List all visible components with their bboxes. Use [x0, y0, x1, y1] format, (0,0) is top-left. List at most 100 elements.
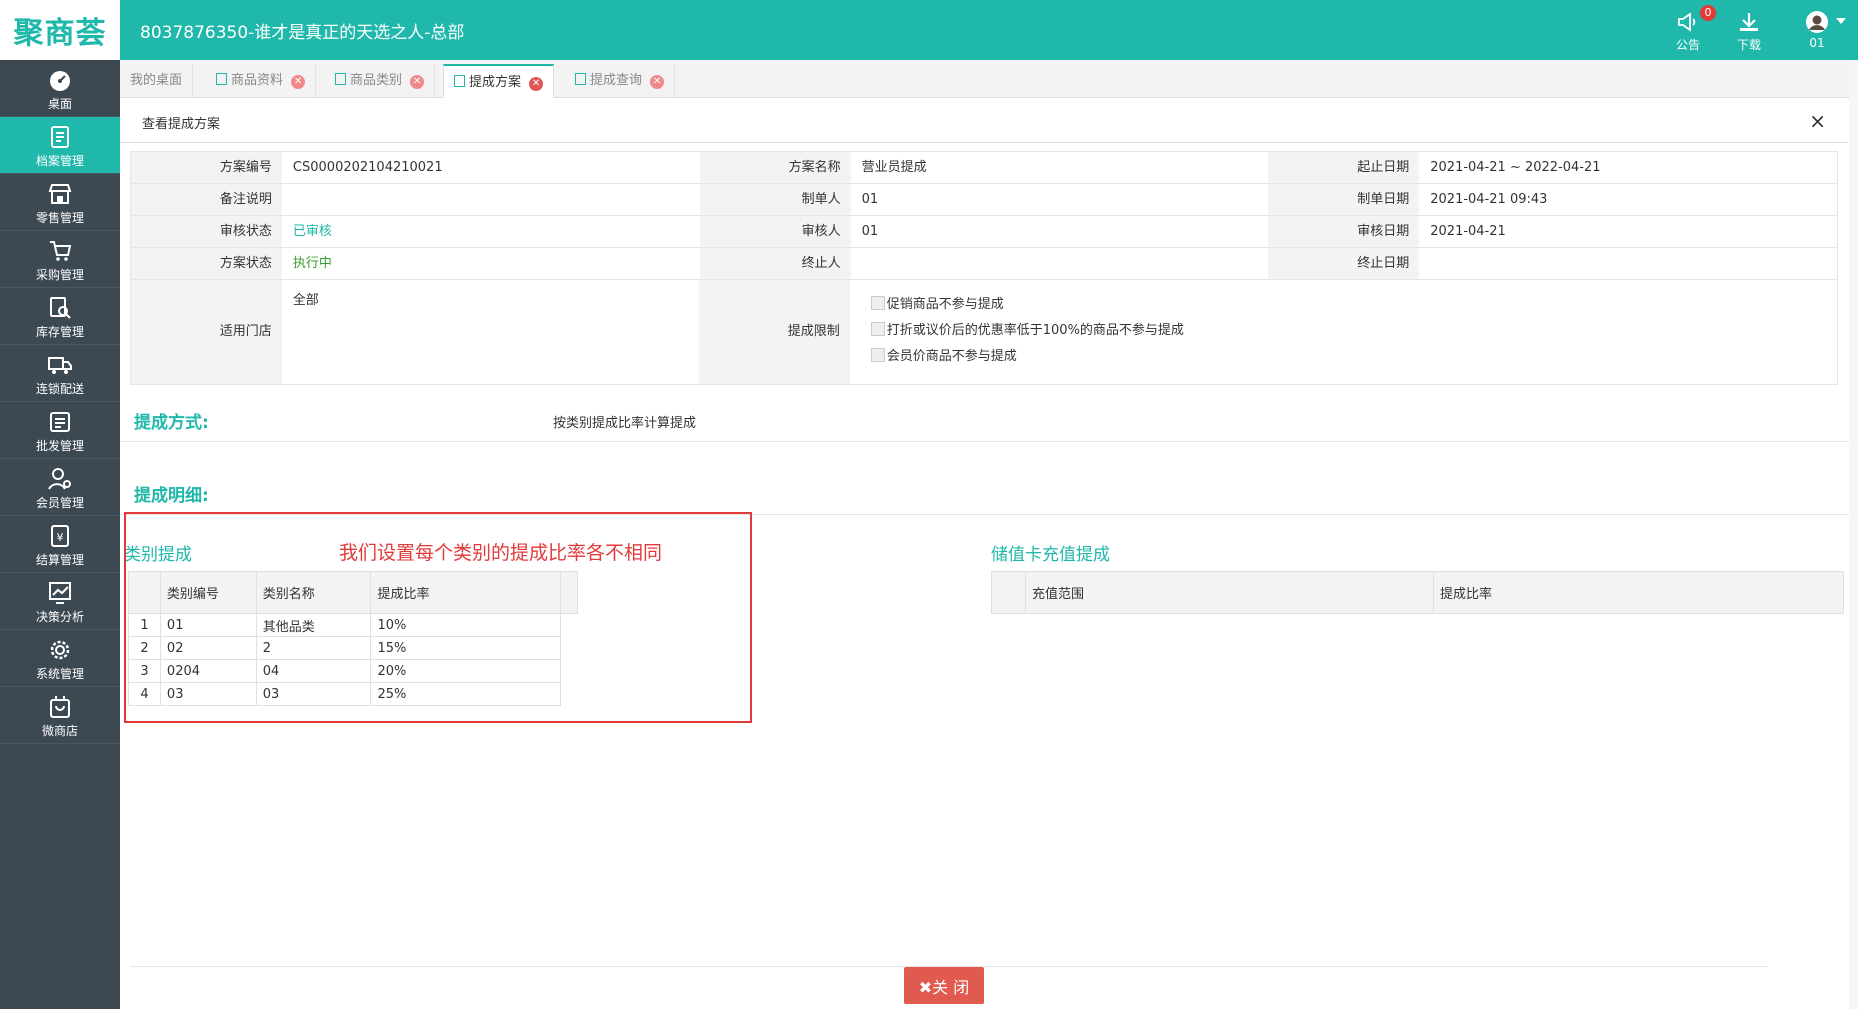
sidebar-item-micro-shop[interactable]: 微商店: [0, 687, 120, 744]
close-tab-icon[interactable]: ✕: [410, 75, 425, 89]
method-value: 按类别提成比率计算提成: [553, 416, 697, 431]
column-header[interactable]: 提成比率: [1433, 571, 1844, 614]
plan-name-label: 方案名称: [699, 152, 851, 183]
limit-label: 提成限制: [699, 280, 850, 384]
date-range-label: 起止日期: [1268, 152, 1420, 183]
stores-value: 全部: [292, 293, 319, 308]
close-tab-icon[interactable]: ✕: [291, 75, 306, 89]
sidebar-item-member[interactable]: 会员管理: [0, 459, 120, 516]
notice-label: 公告: [1675, 38, 1700, 52]
cart-icon: [50, 241, 72, 261]
close-tab-icon[interactable]: ✕: [650, 75, 665, 89]
sidebar: 桌面 档案管理 零售管理 采购管理 库存管理 连锁配送 批发管理 会员管理 ¥ …: [0, 60, 120, 1009]
maker-value: 01: [861, 192, 879, 207]
tab-commission-plan[interactable]: 提成方案 ✕: [443, 64, 555, 98]
tab-label: 提成查询: [590, 73, 643, 88]
plan-status-value: 执行中: [292, 256, 332, 271]
sidebar-item-archive[interactable]: 档案管理: [0, 117, 120, 174]
limit-option-label: 打折或议价后的优惠率低于100%的商品不参与提成: [886, 323, 1184, 338]
settlement-icon: ¥: [51, 525, 69, 547]
chevron-down-icon[interactable]: [1836, 18, 1846, 24]
download-button[interactable]: 下载: [1724, 10, 1774, 53]
tab-goods-info[interactable]: 商品资料 ✕: [206, 64, 317, 98]
document-icon: [335, 73, 346, 85]
sidebar-item-retail[interactable]: 零售管理: [0, 174, 120, 231]
limit-checkbox-promo[interactable]: 促销商品不参与提成: [870, 292, 1837, 318]
auditor-label: 审核人: [699, 216, 851, 247]
checkbox-icon[interactable]: [870, 322, 885, 336]
scrollbar[interactable]: [1849, 60, 1858, 1009]
app-title: 8037876350-谁才是真正的天选之人-总部: [140, 23, 465, 43]
end-date-label: 终止日期: [1268, 248, 1420, 279]
sidebar-item-settlement[interactable]: ¥ 结算管理: [0, 516, 120, 573]
sidebar-item-label: 连锁配送: [35, 382, 84, 396]
logo-text: 聚商荟: [13, 16, 107, 51]
sidebar-item-desktop[interactable]: 桌面: [0, 60, 120, 117]
sidebar-item-purchase[interactable]: 采购管理: [0, 231, 120, 288]
remark-value: [282, 184, 700, 215]
sidebar-item-system[interactable]: 系统管理: [0, 630, 120, 687]
panel-header: 查看提成方案 ×: [120, 98, 1848, 143]
limit-checkbox-member-price[interactable]: 会员价商品不参与提成: [870, 344, 1837, 370]
top-bar: 聚商荟 8037876350-谁才是真正的天选之人-总部 公告 0 下载 01: [0, 0, 1858, 60]
checkbox-icon[interactable]: [870, 296, 885, 310]
sidebar-item-label: 决策分析: [35, 610, 84, 624]
divider: [120, 441, 1850, 442]
document-icon: [216, 73, 227, 85]
sidebar-item-wholesale[interactable]: 批发管理: [0, 402, 120, 459]
checkbox-icon[interactable]: [870, 348, 885, 362]
sidebar-item-label: 零售管理: [35, 211, 84, 225]
user-label: 01: [1809, 36, 1825, 50]
close-tab-icon[interactable]: ✕: [529, 77, 544, 91]
tab-label: 商品资料: [231, 73, 284, 88]
tab-label: 我的桌面: [130, 73, 183, 88]
tab-goods-category[interactable]: 商品类别 ✕: [325, 64, 436, 98]
user-menu[interactable]: 01: [1792, 10, 1842, 50]
close-button[interactable]: ✖关 闭: [904, 967, 984, 1004]
sidebar-item-label: 微商店: [41, 724, 78, 738]
app-logo[interactable]: 聚商荟: [0, 0, 120, 60]
download-icon: [1740, 13, 1758, 31]
document-icon: [454, 75, 465, 87]
sidebar-item-label: 会员管理: [35, 496, 84, 510]
sidebar-item-analysis[interactable]: 决策分析: [0, 573, 120, 630]
limit-checkbox-discount[interactable]: 打折或议价后的优惠率低于100%的商品不参与提成: [870, 318, 1837, 344]
inventory-icon: [50, 297, 71, 319]
tab-bar: 我的桌面 商品资料 ✕ 商品类别 ✕ 提成方案 ✕ 提成查询 ✕: [120, 60, 1858, 98]
plan-no-value: CS0000202104210021: [292, 160, 443, 175]
store-icon: [48, 184, 72, 204]
tab-commission-query[interactable]: 提成查询 ✕: [565, 64, 676, 98]
notice-count-badge: 0: [1700, 5, 1716, 21]
audit-date-label: 审核日期: [1268, 216, 1420, 247]
audit-status-label: 审核状态: [131, 216, 282, 247]
close-icon[interactable]: ×: [1809, 109, 1826, 133]
sidebar-item-inventory[interactable]: 库存管理: [0, 288, 120, 345]
wholesale-icon: [50, 412, 70, 432]
card-commission-title: 储值卡充值提成: [991, 545, 1110, 565]
sidebar-item-label: 系统管理: [35, 667, 84, 681]
sidebar-item-label: 批发管理: [35, 439, 84, 453]
panel-title: 查看提成方案: [142, 117, 221, 132]
end-date-value: [1419, 248, 1837, 279]
dashboard-icon: [50, 71, 70, 91]
sidebar-item-label: 采购管理: [35, 268, 84, 282]
date-range-value: 2021-04-21 ~ 2022-04-21: [1430, 160, 1601, 175]
column-header[interactable]: 充值范围: [1025, 571, 1434, 614]
member-icon: [48, 468, 71, 490]
shop-bag-icon: [50, 696, 70, 718]
sidebar-item-label: 桌面: [47, 97, 72, 111]
maker-label: 制单人: [699, 184, 851, 215]
plan-info-grid: 方案编号 CS0000202104210021 方案名称 营业员提成 起止日期 …: [130, 151, 1838, 385]
make-date-label: 制单日期: [1268, 184, 1420, 215]
archive-icon: [51, 126, 69, 148]
limit-option-label: 促销商品不参与提成: [886, 297, 1004, 312]
sidebar-item-distribution[interactable]: 连锁配送: [0, 345, 120, 402]
tab-my-desktop[interactable]: 我的桌面: [120, 64, 194, 98]
method-heading: 提成方式:: [134, 413, 209, 433]
row-number-header: [991, 571, 1026, 614]
avatar-icon: [1806, 11, 1828, 33]
detail-heading: 提成明细:: [134, 486, 209, 506]
sidebar-item-label: 档案管理: [35, 154, 84, 168]
megaphone-icon: [1678, 12, 1696, 32]
annotation-text: 我们设置每个类别的提成比率各不相同: [339, 542, 663, 564]
